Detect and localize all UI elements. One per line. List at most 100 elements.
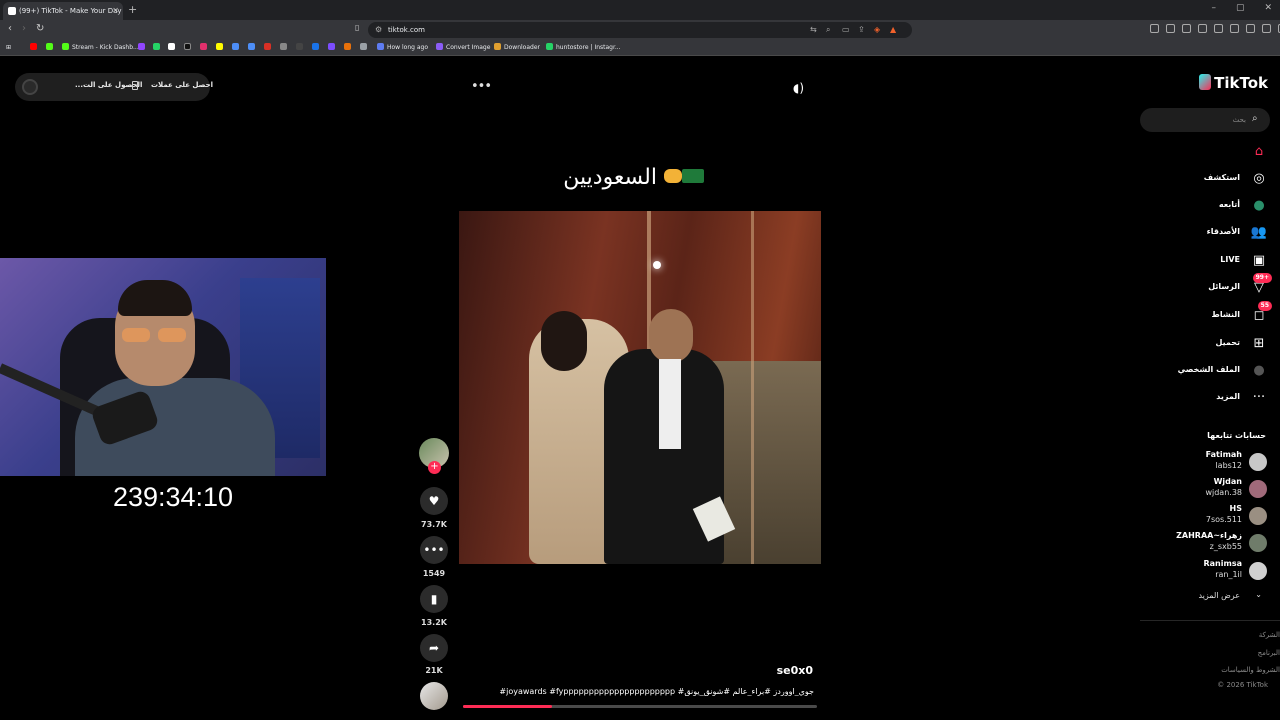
see-more-label: عرض المزيد [1198, 591, 1240, 600]
sidebar-item-messages[interactable]: الرسائل ▽ 99+ [1150, 273, 1272, 299]
video-player[interactable] [459, 211, 821, 564]
translate-icon[interactable]: ⇆ [810, 22, 817, 38]
bookmark-icon[interactable] [296, 43, 306, 53]
forward-icon[interactable]: › [22, 23, 26, 34]
close-window-icon[interactable]: ✕ [1264, 3, 1272, 13]
browser-tab-bar: (99+) TikTok - Make Your Day ✕ + – ▢ ✕ [0, 0, 1280, 20]
sidebar-item-live[interactable]: LIVE ▣ [1150, 250, 1268, 272]
following-account[interactable]: Wjdan wjdan.38 [1150, 476, 1268, 502]
cast-icon[interactable]: ▭ [842, 22, 850, 38]
volume-icon[interactable]: ◖) [793, 81, 804, 95]
footer-link-company[interactable]: الشركة [1180, 631, 1280, 639]
comment-button[interactable]: ••• [420, 536, 448, 564]
apps-icon[interactable]: ⊞ [6, 43, 11, 53]
bookmark-icon[interactable] [264, 43, 274, 53]
maximize-icon[interactable]: ▢ [1236, 3, 1245, 13]
sound-disc-avatar[interactable] [420, 682, 448, 710]
bookmark-icon-youtube[interactable] [30, 43, 40, 53]
share-button[interactable]: ➦ [420, 634, 448, 662]
tiktok-logo[interactable]: TikTok [1190, 74, 1268, 96]
video-author-name[interactable]: se0x0 [700, 664, 813, 677]
bookmark-icon-kick[interactable] [46, 43, 56, 53]
sidebar-item-upload[interactable]: تحميل ⊞ [1150, 333, 1268, 355]
bookmark-convert-image[interactable]: Convert Image [436, 43, 490, 53]
address-bar[interactable]: ⚙ tiktok.com ⇆ ⌕ ▭ ⇪ ◈ ▲ [368, 22, 912, 38]
friends-icon: 👥 [1250, 225, 1268, 240]
reload-icon[interactable]: ↻ [36, 23, 44, 34]
see-more-button[interactable]: عرض المزيد ⌄ [1150, 590, 1268, 605]
follow-plus-icon[interactable]: + [428, 461, 441, 474]
video-progress-bar[interactable] [463, 705, 817, 708]
rewards-icon[interactable]: ▲ [890, 22, 896, 38]
search-input[interactable] [1146, 112, 1246, 128]
sidebar-item-friends[interactable]: الأصدقاء 👥 [1150, 222, 1268, 244]
copyright-text: © 2026 TikTok [1217, 681, 1268, 689]
bookmark-icon[interactable] [344, 43, 354, 53]
user-avatar[interactable] [22, 79, 38, 95]
bookmark-page-icon[interactable]: ▯ [355, 23, 359, 32]
account-handle: ran_1il [1215, 570, 1242, 579]
new-tab-icon[interactable]: + [128, 3, 137, 16]
footer-link-program[interactable]: البرنامج [1180, 649, 1280, 657]
sidebar-item-profile[interactable]: الملف الشخصي ● [1150, 360, 1268, 382]
more-options-icon[interactable]: ••• [471, 79, 492, 94]
bookmark-stream-kick[interactable]: Stream - Kick Dashb... [62, 43, 139, 53]
bookmark-icon[interactable] [328, 43, 338, 53]
extension-icon[interactable] [1150, 24, 1159, 33]
video-scene [751, 211, 754, 564]
account-handle: z_sxb55 [1209, 542, 1242, 551]
browser-tab[interactable]: (99+) TikTok - Make Your Day ✕ [3, 2, 123, 20]
account-avatar [1249, 507, 1267, 525]
search-icon[interactable]: ⌕ [1252, 113, 1258, 124]
video-caption-overlay: السعوديين [548, 165, 708, 199]
extension-icon[interactable] [1246, 24, 1255, 33]
extension-icon[interactable] [1214, 24, 1223, 33]
sidebar-item-activity[interactable]: النشاط ◻ 55 [1150, 301, 1272, 327]
sidebar-item-label: الأصدقاء [1206, 227, 1240, 236]
account-name: Fatimah [1205, 450, 1242, 459]
save-button[interactable]: ▮ [420, 585, 448, 613]
sidebar-item-home[interactable]: ⌂ [1150, 141, 1268, 163]
bookmark-icon[interactable] [232, 43, 242, 53]
bookmark-icon-whatsapp[interactable] [153, 43, 163, 53]
extension-icon[interactable] [1262, 24, 1271, 33]
webcam-overlay [0, 258, 326, 476]
bookmark-icon[interactable] [312, 43, 322, 53]
bookmark-icon-instagram[interactable] [200, 43, 210, 53]
back-icon[interactable]: ‹ [8, 23, 12, 34]
sidebar-divider [1140, 620, 1280, 621]
following-account[interactable]: ZAHRAA~زهراء z_sxb55 [1150, 530, 1268, 556]
site-info-icon[interactable]: ⚙ [375, 22, 382, 38]
bookmark-icon-x[interactable] [168, 43, 178, 53]
bookmark-icon-twitch[interactable] [138, 43, 148, 53]
following-account[interactable]: HS 7sos.511 [1150, 503, 1268, 529]
like-count: 73.7K [421, 520, 447, 529]
sidebar-item-more[interactable]: المزيد ··· [1150, 387, 1268, 409]
like-button[interactable]: ♥ [420, 487, 448, 515]
bookmark-icon[interactable] [360, 43, 370, 53]
close-tab-icon[interactable]: ✕ [112, 2, 119, 20]
bookmark-how-long-ago[interactable]: How long ago [377, 43, 428, 53]
get-coins-button[interactable]: احصل على عملات [151, 81, 213, 89]
bookmark-downloader[interactable]: Downloader [494, 43, 540, 53]
extension-icon[interactable] [1198, 24, 1207, 33]
bookmark-icon[interactable] [248, 43, 258, 53]
following-account[interactable]: Fatimah labs12 [1150, 449, 1268, 475]
minimize-icon[interactable]: – [1211, 3, 1216, 13]
bookmark-icon-tiktok[interactable] [184, 43, 194, 53]
sidebar-item-label: استكشف [1203, 173, 1240, 182]
extension-icon[interactable] [1182, 24, 1191, 33]
sidebar-item-following-avatar[interactable]: أتابعه ● [1150, 195, 1268, 217]
extension-icon[interactable] [1166, 24, 1175, 33]
following-account[interactable]: Ranimsa ran_1il [1150, 558, 1268, 584]
bookmark-icon[interactable] [280, 43, 290, 53]
zoom-icon[interactable]: ⌕ [826, 22, 830, 38]
extension-icon[interactable] [1230, 24, 1239, 33]
brave-shield-icon[interactable]: ◈ [874, 22, 880, 38]
share-icon[interactable]: ⇪ [858, 22, 865, 38]
video-hashtags[interactable]: #joyawards #fypppppppppppppppppppppp #جو… [470, 687, 814, 696]
sidebar-item-compass[interactable]: استكشف ◎ [1150, 168, 1268, 190]
bookmark-huntostore[interactable]: huntostore | Instagr... [546, 43, 621, 53]
footer-link-terms[interactable]: الشروط والسياسات [1180, 666, 1280, 674]
bookmark-icon-snap[interactable] [216, 43, 226, 53]
